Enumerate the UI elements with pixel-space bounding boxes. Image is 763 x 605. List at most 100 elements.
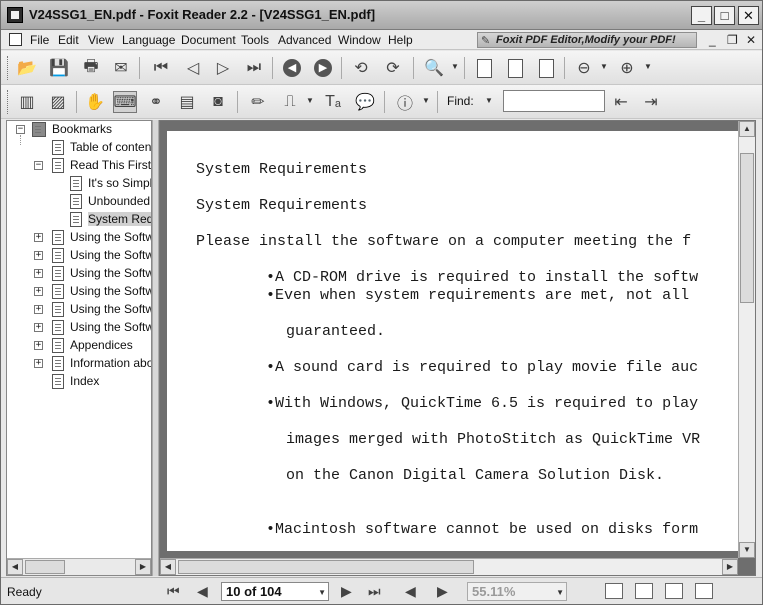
last-page-icon[interactable]: ⏭ [242, 57, 266, 79]
expand-icon[interactable]: + [34, 341, 43, 350]
bookmark-item[interactable]: Table of contents [7, 139, 151, 157]
single-page-view-icon[interactable] [605, 583, 623, 599]
expand-icon[interactable]: + [34, 269, 43, 278]
page-number-field[interactable]: 10 of 104 ▼ [221, 582, 329, 601]
zoom-icon[interactable]: 🔍 [422, 57, 446, 79]
scroll-left-icon[interactable]: ◀ [7, 559, 23, 575]
scroll-right-icon[interactable]: ▶ [722, 559, 738, 575]
prev-page-icon[interactable]: ◀ [197, 583, 208, 600]
bookmark-item[interactable]: Unbounded [7, 193, 151, 211]
bookmark-item[interactable]: − Read This First [7, 157, 151, 175]
expand-icon[interactable]: + [34, 323, 43, 332]
bookmark-root[interactable]: − Bookmarks [12, 121, 151, 139]
document-hscrollbar[interactable]: ◀ ▶ [160, 558, 738, 575]
collapse-icon[interactable]: − [16, 125, 25, 134]
doc-close-button[interactable]: ✕ [746, 33, 756, 47]
close-button[interactable]: ✕ [738, 6, 759, 25]
document-hscroll-thumb[interactable] [178, 560, 474, 574]
chevron-down-icon[interactable]: ▼ [318, 588, 326, 597]
next-page-icon[interactable]: ▷ [211, 57, 235, 79]
menu-document[interactable]: Document [181, 33, 236, 47]
rotate-right-icon[interactable]: ⟳ [381, 57, 405, 79]
find-previous-icon[interactable]: ⇤ [609, 91, 633, 113]
first-page-icon[interactable]: ⏮ [149, 57, 173, 79]
expand-icon[interactable]: + [34, 287, 43, 296]
typewriter-icon[interactable]: Tₐ [321, 91, 345, 113]
expand-icon[interactable]: + [34, 233, 43, 242]
find-binoculars-icon[interactable]: ⚭ [144, 91, 168, 113]
menu-view[interactable]: View [88, 33, 114, 47]
menu-language[interactable]: Language [122, 33, 175, 47]
chevron-down-icon[interactable]: ▼ [556, 588, 564, 597]
scroll-down-icon[interactable]: ▼ [739, 542, 755, 558]
doc-minimize-button[interactable]: _ [709, 33, 716, 47]
panel-splitter[interactable] [152, 120, 159, 576]
continuous-view-icon[interactable] [635, 583, 653, 599]
bookmark-item[interactable]: + Appendices [7, 337, 151, 355]
go-forward-icon[interactable]: ▶ [311, 57, 335, 79]
zoom-dropdown-icon[interactable]: ▼ [451, 62, 459, 71]
bookmark-item[interactable]: + Using the Software [7, 283, 151, 301]
snapshot-icon[interactable]: ◙ [206, 91, 230, 113]
toolbar-grip[interactable] [7, 56, 10, 80]
menu-file[interactable]: File [30, 33, 49, 47]
maximize-button[interactable]: □ [714, 6, 735, 25]
doc-restore-button[interactable]: ❐ [727, 33, 738, 47]
hand-tool-icon[interactable]: ✋ [83, 91, 107, 113]
document-menu-icon[interactable] [9, 33, 22, 46]
continuous-facing-view-icon[interactable] [695, 583, 713, 599]
expand-icon[interactable]: + [34, 359, 43, 368]
email-icon[interactable]: ✉ [109, 57, 133, 79]
zoom-in-icon[interactable]: ⊕ [615, 57, 639, 79]
find-next-icon[interactable]: ⇥ [639, 91, 663, 113]
comment-icon[interactable]: 💬 [353, 91, 377, 113]
annotate-icon[interactable]: ✏ [246, 91, 270, 113]
save-icon[interactable]: 💾 [47, 57, 71, 79]
bookmark-item[interactable]: + Using the Software [7, 265, 151, 283]
rotate-left-icon[interactable]: ⟲ [349, 57, 373, 79]
go-back-icon[interactable]: ◀ [405, 583, 416, 600]
menu-window[interactable]: Window [338, 33, 381, 47]
bookmark-item[interactable]: + Using the Software [7, 229, 151, 247]
thumbnail-icon[interactable]: ▨ [46, 91, 70, 113]
text-select-icon[interactable]: ▤ [175, 91, 199, 113]
actual-size-icon[interactable] [472, 57, 496, 79]
expand-icon[interactable]: + [34, 251, 43, 260]
collapse-icon[interactable]: − [34, 161, 43, 170]
bookmark-item[interactable]: System Requirements [7, 211, 151, 229]
open-icon[interactable]: 📂 [15, 57, 39, 79]
print-icon[interactable]: 🖶 [79, 57, 103, 79]
info-dropdown-icon[interactable]: ▼ [422, 96, 430, 105]
zoom-field[interactable]: 55.11% ▼ [467, 582, 567, 601]
fit-page-icon[interactable] [503, 57, 527, 79]
menu-tools[interactable]: Tools [241, 33, 269, 47]
select-text-icon[interactable]: ⌨ [113, 91, 137, 113]
zoom-out-dropdown-icon[interactable]: ▼ [600, 62, 608, 71]
toolbar-grip[interactable] [7, 90, 10, 114]
document-vscrollbar[interactable]: ▲ ▼ [738, 121, 755, 558]
fit-width-icon[interactable] [534, 57, 558, 79]
zoom-in-dropdown-icon[interactable]: ▼ [644, 62, 652, 71]
zoom-out-icon[interactable]: ⊖ [572, 57, 596, 79]
find-input[interactable] [503, 90, 605, 112]
bookmark-item[interactable]: + Information about [7, 355, 151, 373]
expand-icon[interactable]: + [34, 305, 43, 314]
scroll-up-icon[interactable]: ▲ [739, 121, 755, 137]
bookmark-item[interactable]: Index [7, 373, 151, 391]
info-icon[interactable]: ⓘ [393, 91, 417, 113]
menu-edit[interactable]: Edit [58, 33, 79, 47]
last-page-icon[interactable]: ⏭ [368, 583, 381, 600]
minimize-button[interactable]: _ [691, 6, 712, 25]
bookmark-item[interactable]: + Using the Software [7, 319, 151, 337]
promo-banner[interactable]: ✎ Foxit PDF Editor,Modify your PDF! [477, 32, 697, 48]
first-page-icon[interactable]: ⏮ [167, 583, 180, 600]
bookmark-item[interactable]: It's so Simple [7, 175, 151, 193]
bookmark-item[interactable]: + Using the Software [7, 247, 151, 265]
menu-help[interactable]: Help [388, 33, 413, 47]
scroll-right-icon[interactable]: ▶ [135, 559, 151, 575]
stamp-dropdown-icon[interactable]: ▼ [306, 96, 314, 105]
facing-view-icon[interactable] [665, 583, 683, 599]
bookmarks-panel-icon[interactable]: ▥ [15, 91, 39, 113]
bookmark-hscroll-thumb[interactable] [25, 560, 65, 574]
bookmark-hscrollbar[interactable]: ◀ ▶ [7, 558, 151, 575]
